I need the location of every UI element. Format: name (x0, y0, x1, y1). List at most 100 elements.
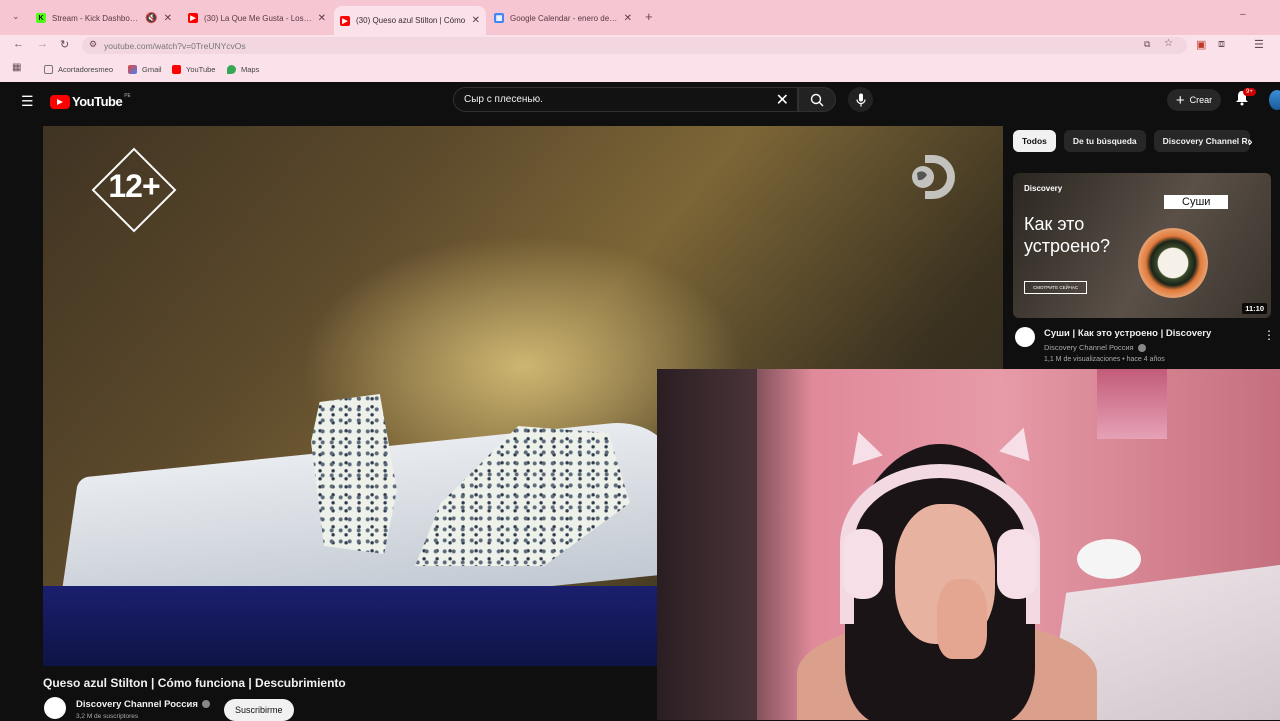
cat-ear-left (843, 426, 883, 466)
video-frame-cheese (311, 394, 397, 554)
notification-badge: 9+ (1243, 88, 1256, 96)
search-button[interactable] (798, 87, 836, 112)
search-box[interactable]: Сыр с плесенью. ✕ (453, 87, 798, 112)
country-code: PE (124, 92, 131, 99)
tab-close-icon[interactable]: ✕ (164, 13, 172, 24)
verified-icon (1137, 344, 1146, 353)
forward-icon[interactable]: → (37, 38, 48, 50)
tab-title: (30) La Que Me Gusta - Los Am (204, 13, 312, 23)
recommendation-channel[interactable]: Discovery Channel Россия (1044, 343, 1146, 353)
plus-icon: + (1175, 91, 1185, 109)
channel-name[interactable]: Discovery Channel Россия (76, 699, 210, 710)
bookmark-label: Gmail (142, 64, 162, 74)
apps-grid-icon[interactable]: ▦ (12, 62, 21, 73)
bookmark-maps[interactable]: Maps (227, 63, 259, 75)
create-label: Crear (1189, 95, 1213, 105)
browser-toolbar: ← → ↻ ⚙ youtube.com/watch?v=0TreUNYcvOs … (0, 35, 1280, 57)
bookmark-youtube[interactable]: YouTube (172, 63, 215, 75)
recommendation-title[interactable]: Суши | Как это устроено | Discovery (1044, 328, 1211, 339)
create-button[interactable]: + Crear (1167, 89, 1221, 111)
chip-discovery-channel[interactable]: Discovery Channel Ro (1153, 130, 1250, 152)
browser-tab-strip: ⌄ K Stream - Kick Dashboard 🔇 ✕ ▶ (30) L… (0, 0, 1280, 35)
thumb-cta: СМОТРИТЕ СЕЙЧАС (1024, 281, 1088, 294)
bookmarks-bar: ▦ Acortadoresmeo Gmail YouTube Maps (0, 57, 1280, 82)
thumb-label: Суши (1164, 195, 1229, 209)
webcam-overlay (657, 369, 1280, 720)
tab-la-que-me-gusta[interactable]: ▶ (30) La Que Me Gusta - Los Am ✕ (182, 7, 332, 29)
reload-icon[interactable]: ↻ (60, 38, 69, 51)
recommendation-thumbnail[interactable]: Discovery Как это устроено? СМОТРИТЕ СЕЙ… (1013, 173, 1271, 318)
bookmark-star-icon[interactable]: ☆ (1164, 38, 1173, 49)
bookmark-label: YouTube (186, 64, 216, 74)
tab-title: Google Calendar - enero de 20 (510, 13, 618, 23)
wall-poster (1097, 369, 1167, 439)
clear-search-icon[interactable]: ✕ (776, 90, 789, 110)
folder-icon (44, 64, 53, 74)
sushi-image (1138, 228, 1208, 298)
back-icon[interactable]: ← (13, 38, 24, 50)
new-tab-icon[interactable]: + (645, 9, 653, 24)
subscribe-button[interactable]: Suscribirme (224, 699, 294, 721)
youtube-icon (172, 64, 181, 74)
recommendation-meta: 1,1 M de visualizaciones • hace 4 años (1044, 356, 1165, 363)
reading-list-icon[interactable]: ☰ (1254, 38, 1264, 51)
channel-avatar[interactable] (1015, 327, 1035, 347)
tab-kick-dashboard[interactable]: K Stream - Kick Dashboard 🔇 ✕ (30, 7, 178, 29)
maps-icon (227, 64, 236, 74)
notifications-button[interactable]: 9+ (1235, 88, 1256, 111)
chip-todos[interactable]: Todos (1013, 130, 1056, 152)
tab-title: (30) Queso azul Stilton | Cómo (356, 16, 466, 25)
webcam-wall-shadow (657, 369, 757, 720)
address-bar[interactable]: ⚙ youtube.com/watch?v=0TreUNYcvOs ⧉ ☆ (82, 37, 1187, 54)
search-input[interactable]: Сыр с плесенью. (464, 94, 776, 105)
gmail-icon (128, 64, 137, 74)
youtube-logo[interactable]: YouTube PE (50, 92, 131, 109)
channel-name: Discovery Channel Россия (1044, 343, 1134, 352)
bookmark-acortadoresmeo[interactable]: Acortadoresmeo (44, 63, 113, 75)
tab-mute-icon[interactable]: 🔇 (145, 13, 157, 24)
url-text: youtube.com/watch?v=0TreUNYcvOs (104, 40, 246, 51)
voice-search-button[interactable] (848, 87, 873, 112)
channel-name-text: Discovery Channel Россия (76, 699, 198, 710)
filter-chips: Todos De tu búsqueda Discovery Channel R… (1013, 130, 1258, 152)
youtube-play-logo-icon (50, 94, 70, 109)
youtube-favicon-icon: ▶ (188, 13, 198, 23)
bookmark-gmail[interactable]: Gmail (128, 63, 162, 75)
video-frame-cloth (43, 586, 683, 666)
extension-icon[interactable]: ▣ (1196, 38, 1206, 51)
tab-queso-azul-stilton[interactable]: ▶ (30) Queso azul Stilton | Cómo ✕ (334, 6, 486, 35)
chevron-right-icon[interactable]: › (1248, 133, 1253, 149)
calendar-favicon-icon: ▦ (494, 13, 504, 23)
microphone-icon (855, 93, 866, 106)
bookmark-label: Acortadoresmeo (58, 64, 114, 74)
channel-avatar[interactable] (44, 697, 66, 719)
youtube-wordmark: YouTube (72, 94, 123, 109)
more-options-icon[interactable]: ⋮ (1263, 328, 1275, 342)
cat-ear-right (999, 422, 1039, 462)
tab-close-icon[interactable]: ✕ (472, 15, 480, 26)
site-info-icon[interactable]: ⚙ (89, 39, 97, 50)
extensions-puzzle-icon[interactable]: ⧈ (1218, 38, 1225, 51)
youtube-favicon-icon: ▶ (340, 15, 350, 26)
headphone-cup-left (843, 529, 883, 599)
minimize-icon[interactable]: – (1240, 9, 1246, 20)
kick-favicon-icon: K (36, 13, 46, 23)
tab-title: Stream - Kick Dashboard (52, 13, 140, 23)
discovery-watermark-icon (912, 155, 955, 199)
chip-de-tu-busqueda[interactable]: De tu búsqueda (1063, 130, 1146, 152)
age-rating-badge: 12+ (90, 146, 178, 234)
tab-close-icon[interactable]: ✕ (624, 13, 632, 24)
tab-google-calendar[interactable]: ▦ Google Calendar - enero de 20 ✕ (488, 7, 638, 29)
install-app-icon[interactable]: ⧉ (1144, 39, 1150, 50)
tab-close-icon[interactable]: ✕ (318, 13, 326, 24)
menu-hamburger-icon[interactable]: ☰ (21, 93, 34, 110)
account-avatar[interactable] (1269, 90, 1280, 110)
headphone-cup-right (997, 529, 1037, 599)
video-duration: 11:10 (1242, 303, 1267, 314)
search-icon (810, 93, 824, 106)
thumb-brand: Discovery (1024, 184, 1063, 193)
video-title: Queso azul Stilton | Cómo funciona | Des… (43, 676, 346, 690)
tab-search-icon[interactable]: ⌄ (12, 11, 20, 22)
age-rating-text: 12+ (108, 168, 160, 204)
subscriber-count: 3,2 M de suscriptores (76, 713, 139, 720)
